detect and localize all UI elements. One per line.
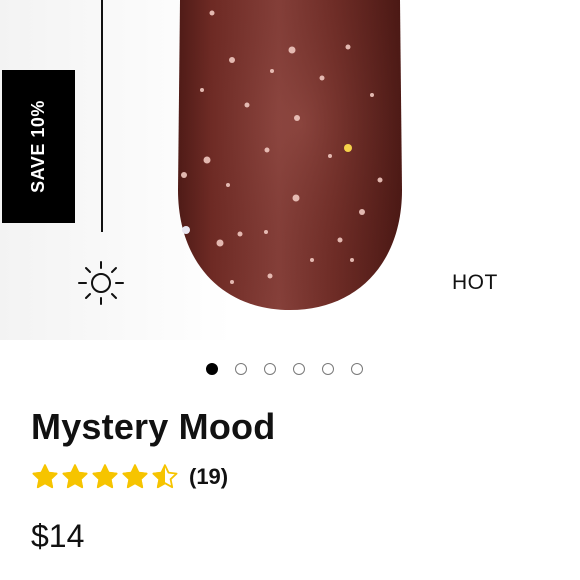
star-full-icon (92, 464, 118, 489)
review-count[interactable]: (19) (189, 464, 228, 490)
carousel-dot-2[interactable] (235, 363, 247, 375)
product-title: Mystery Mood (31, 406, 276, 447)
product-rating[interactable]: (19) (31, 461, 228, 493)
mood-scale-line (101, 0, 103, 232)
product-price: $14 (31, 518, 85, 554)
temperature-hot-label: HOT (452, 271, 498, 294)
nail-swatch-graphic (178, 0, 402, 310)
product-image-area[interactable]: SAVE 10% HOT (0, 0, 580, 340)
star-full-icon (122, 464, 148, 489)
save-badge-label: SAVE 10% (28, 100, 48, 193)
carousel-dot-1[interactable] (206, 363, 218, 375)
nail-swatch-image (172, 0, 408, 312)
save-badge: SAVE 10% (2, 70, 75, 223)
star-full-icon (62, 464, 88, 489)
carousel-dot-6[interactable] (351, 363, 363, 375)
star-half-icon (152, 464, 178, 489)
carousel-pagination (206, 361, 363, 377)
rating-stars (31, 463, 179, 491)
carousel-dot-4[interactable] (293, 363, 305, 375)
star-full-icon (32, 464, 58, 489)
carousel-dot-3[interactable] (264, 363, 276, 375)
sun-icon (76, 259, 126, 307)
carousel-dot-5[interactable] (322, 363, 334, 375)
